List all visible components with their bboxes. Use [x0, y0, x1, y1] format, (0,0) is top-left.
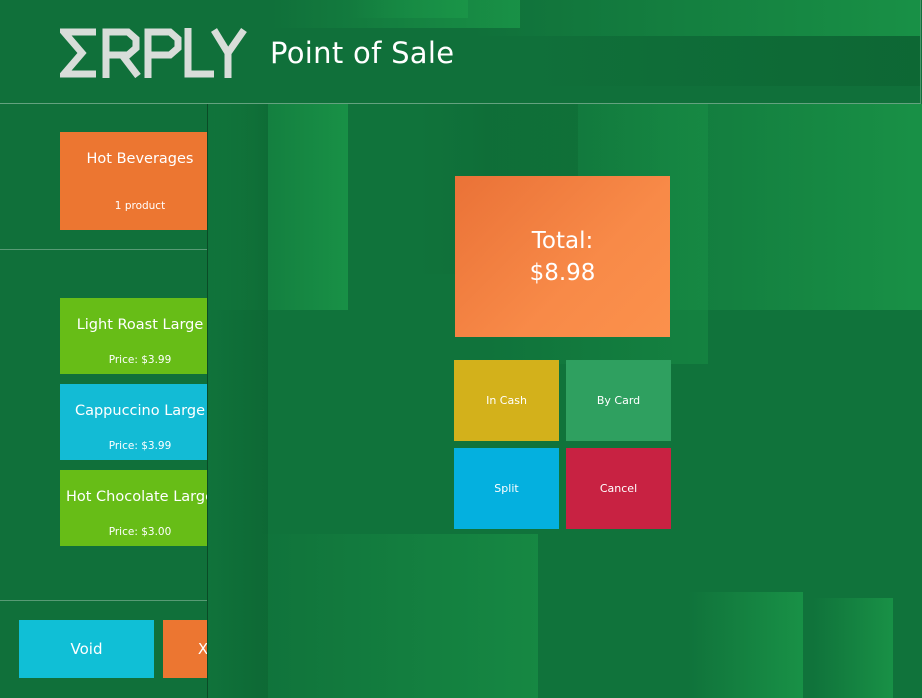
product-name: Cappuccino Large [74, 403, 206, 419]
product-name: Hot Chocolate Large [65, 489, 215, 505]
total-display: Total: $8.98 [455, 176, 670, 337]
void-button[interactable]: Void [19, 620, 154, 678]
total-label: Total: [531, 228, 594, 254]
secondary-button-label: X [197, 640, 209, 658]
bottom-divider [0, 600, 207, 601]
product-price: Price: $3.00 [108, 526, 172, 538]
split-payment-button[interactable]: Split [454, 448, 559, 529]
product-tile-cappuccino[interactable]: Cappuccino Large Price: $3.99 [60, 384, 220, 460]
pay-in-cash-button[interactable]: In Cash [454, 360, 559, 441]
app-header: Point of Sale [0, 0, 921, 104]
pay-by-card-button[interactable]: By Card [566, 360, 671, 441]
product-price: Price: $3.99 [108, 440, 172, 452]
app-title: Point of Sale [270, 36, 455, 70]
category-count: 1 product [114, 200, 166, 212]
product-tile-hot-chocolate[interactable]: Hot Chocolate Large Price: $3.00 [60, 470, 220, 546]
cancel-payment-button[interactable]: Cancel [566, 448, 671, 529]
product-tile-light-roast[interactable]: Light Roast Large Price: $3.99 [60, 298, 220, 374]
section-divider [0, 249, 207, 250]
erply-logo [60, 28, 247, 78]
category-title: Hot Beverages [86, 151, 194, 167]
total-amount: $8.98 [529, 260, 596, 286]
product-price: Price: $3.99 [108, 354, 172, 366]
product-name: Light Roast Large [76, 317, 204, 333]
category-tile-hot-beverages[interactable]: Hot Beverages 1 product [60, 132, 220, 230]
